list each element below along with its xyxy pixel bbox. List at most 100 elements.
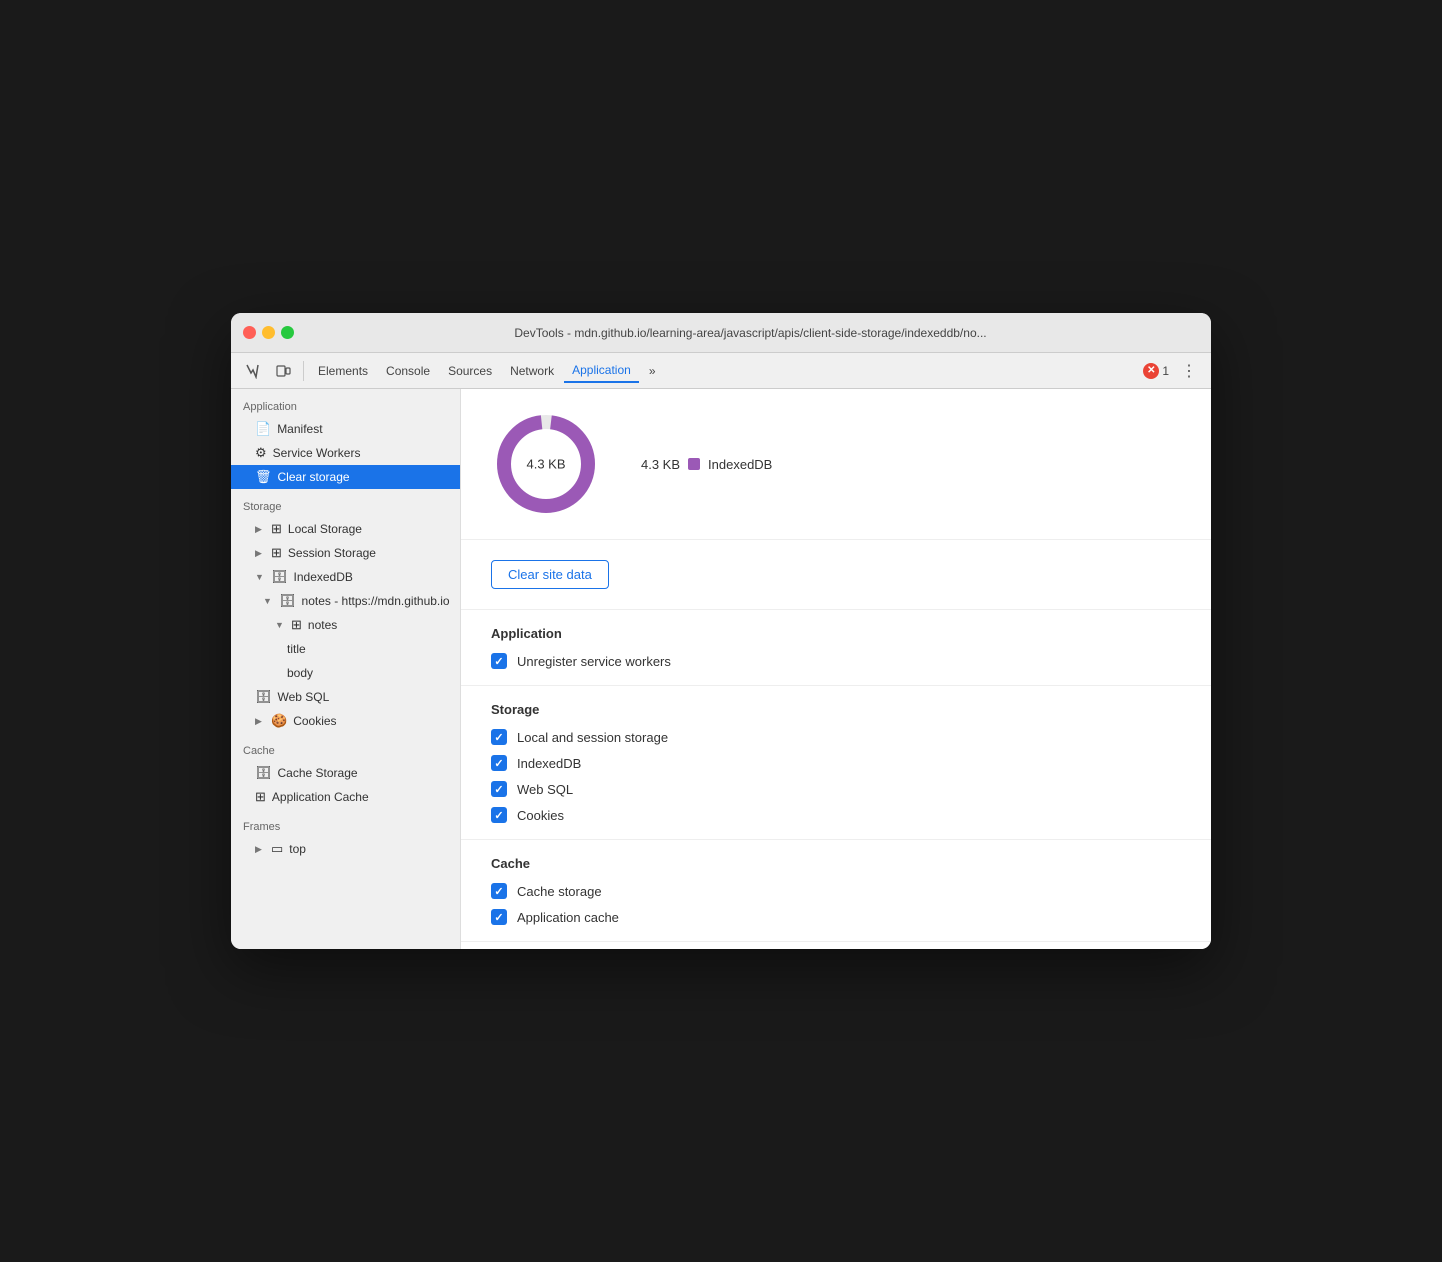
expand-arrow-icon: ▶: [255, 548, 265, 559]
web-sql-icon: 🗄: [255, 689, 272, 705]
checkbox-icon: [491, 781, 507, 797]
clear-storage-label: Clear storage: [278, 470, 452, 484]
cookies-icon: 🍪: [271, 713, 287, 729]
sidebar-item-local-storage[interactable]: ▶ ⊞ Local Storage: [231, 517, 460, 541]
donut-label: 4.3 KB: [526, 457, 565, 472]
minimize-button[interactable]: [262, 326, 275, 339]
sidebar-item-cache-storage[interactable]: 🗄 Cache Storage: [231, 761, 460, 785]
checkbox-icon: [491, 729, 507, 745]
title-label: title: [287, 642, 452, 656]
elements-tab[interactable]: Elements: [310, 360, 376, 382]
sidebar-item-service-workers[interactable]: ⚙ Service Workers: [231, 441, 460, 465]
cache-section: Cache Cache storage Application cache: [461, 840, 1211, 942]
indexeddb-label: IndexedDB: [294, 570, 452, 584]
close-button[interactable]: [243, 326, 256, 339]
checkbox-unregister-service-workers[interactable]: Unregister service workers: [491, 653, 1181, 669]
checkbox-label: Web SQL: [517, 782, 573, 797]
service-workers-icon: ⚙: [255, 445, 267, 461]
checkbox-web-sql[interactable]: Web SQL: [491, 781, 1181, 797]
notes-store-icon: ⊞: [291, 617, 302, 633]
cache-storage-icon: 🗄: [255, 765, 272, 781]
more-tabs-button[interactable]: »: [641, 360, 664, 382]
inspect-icon-button[interactable]: [239, 357, 267, 385]
sidebar-item-body[interactable]: body: [231, 661, 460, 685]
body-label: body: [287, 666, 452, 680]
application-tab[interactable]: Application: [564, 359, 639, 383]
notes-db-icon: 🗄: [279, 593, 296, 609]
notes-db-label: notes - https://mdn.github.io: [302, 594, 452, 608]
storage-section-title: Storage: [491, 702, 1181, 717]
legend-size: 4.3 KB: [641, 457, 680, 472]
devtools-window: DevTools - mdn.github.io/learning-area/j…: [231, 313, 1211, 949]
checkbox-indexeddb[interactable]: IndexedDB: [491, 755, 1181, 771]
expand-arrow-icon: ▶: [255, 524, 265, 535]
device-toggle-button[interactable]: [269, 357, 297, 385]
checkbox-label: Application cache: [517, 910, 619, 925]
checkbox-application-cache[interactable]: Application cache: [491, 909, 1181, 925]
indexeddb-icon: 🗄: [271, 569, 288, 585]
checkbox-icon: [491, 755, 507, 771]
sidebar-item-web-sql[interactable]: 🗄 Web SQL: [231, 685, 460, 709]
maximize-button[interactable]: [281, 326, 294, 339]
legend-color-icon: [688, 458, 700, 470]
clear-btn-area: Clear site data: [461, 540, 1211, 610]
top-label: top: [289, 842, 452, 856]
application-section: Application Unregister service workers: [461, 610, 1211, 686]
application-cache-icon: ⊞: [255, 789, 266, 805]
checkbox-cookies[interactable]: Cookies: [491, 807, 1181, 823]
sidebar-item-title[interactable]: title: [231, 637, 460, 661]
sidebar-item-application-cache[interactable]: ⊞ Application Cache: [231, 785, 460, 809]
application-section-label: Application: [231, 389, 460, 417]
web-sql-label: Web SQL: [278, 690, 452, 704]
chart-legend: 4.3 KB IndexedDB: [641, 457, 772, 472]
checkbox-cache-storage[interactable]: Cache storage: [491, 883, 1181, 899]
error-icon: ✕: [1143, 363, 1159, 379]
network-tab[interactable]: Network: [502, 360, 562, 382]
application-section-title: Application: [491, 626, 1181, 641]
application-cache-label: Application Cache: [272, 790, 452, 804]
checkbox-label: Unregister service workers: [517, 654, 671, 669]
title-bar: DevTools - mdn.github.io/learning-area/j…: [231, 313, 1211, 353]
storage-section: Storage Local and session storage Indexe…: [461, 686, 1211, 840]
chart-area: 4.3 KB 4.3 KB IndexedDB: [461, 389, 1211, 540]
sidebar-item-clear-storage[interactable]: 🗑 Clear storage: [231, 465, 460, 489]
checkbox-label: Cookies: [517, 808, 564, 823]
checkbox-label: Cache storage: [517, 884, 602, 899]
sidebar-item-manifest[interactable]: 📄 Manifest: [231, 417, 460, 441]
checkbox-icon: [491, 909, 507, 925]
manifest-label: Manifest: [277, 422, 452, 436]
cache-section-title: Cache: [491, 856, 1181, 871]
sidebar-item-indexeddb[interactable]: ▼ 🗄 IndexedDB: [231, 565, 460, 589]
expand-arrow-icon: ▶: [255, 844, 265, 855]
clear-site-data-button[interactable]: Clear site data: [491, 560, 609, 589]
expand-arrow-icon: ▼: [263, 596, 273, 606]
checkbox-label: Local and session storage: [517, 730, 668, 745]
session-storage-icon: ⊞: [271, 545, 282, 561]
sidebar-item-top[interactable]: ▶ ▭ top: [231, 837, 460, 861]
traffic-lights: [243, 326, 294, 339]
legend-name: IndexedDB: [708, 457, 772, 472]
local-storage-label: Local Storage: [288, 522, 452, 536]
toolbar-separator: [303, 361, 304, 381]
error-badge[interactable]: ✕ 1: [1143, 363, 1169, 379]
session-storage-label: Session Storage: [288, 546, 452, 560]
console-tab[interactable]: Console: [378, 360, 438, 382]
clear-storage-icon: 🗑: [255, 469, 272, 485]
checkbox-icon: [491, 653, 507, 669]
cache-storage-label: Cache Storage: [278, 766, 452, 780]
checkbox-local-session-storage[interactable]: Local and session storage: [491, 729, 1181, 745]
service-workers-label: Service Workers: [273, 446, 452, 460]
sidebar-item-notes-store[interactable]: ▼ ⊞ notes: [231, 613, 460, 637]
sources-tab[interactable]: Sources: [440, 360, 500, 382]
expand-arrow-icon: ▶: [255, 716, 265, 727]
sidebar-item-cookies[interactable]: ▶ 🍪 Cookies: [231, 709, 460, 733]
notes-store-label: notes: [308, 618, 452, 632]
sidebar-item-notes-db[interactable]: ▼ 🗄 notes - https://mdn.github.io: [231, 589, 460, 613]
more-options-button[interactable]: ⋮: [1175, 357, 1203, 385]
checkbox-label: IndexedDB: [517, 756, 581, 771]
legend-item-indexeddb: 4.3 KB IndexedDB: [641, 457, 772, 472]
expand-arrow-icon: ▼: [255, 572, 265, 582]
sidebar-item-session-storage[interactable]: ▶ ⊞ Session Storage: [231, 541, 460, 565]
checkbox-icon: [491, 883, 507, 899]
top-frame-icon: ▭: [271, 841, 283, 857]
